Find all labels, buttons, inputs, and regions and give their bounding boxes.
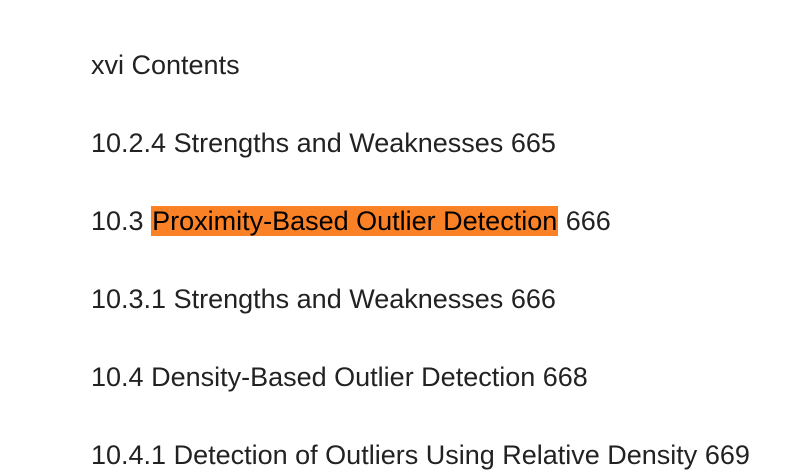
toc-entry-page: 668 xyxy=(542,362,588,392)
toc-entry: 10.3 Proximity-Based Outlier Detection 6… xyxy=(91,206,611,236)
toc-entry-number: 10.2.4 xyxy=(91,128,167,158)
toc-entry-title: Density-Based Outlier Detection xyxy=(151,362,536,392)
toc-entry-title: Strengths and Weaknesses xyxy=(173,284,504,314)
toc-entry: 10.4.1 Detection of Outliers Using Relat… xyxy=(91,440,750,470)
search-highlight: Proximity-Based Outlier Detection xyxy=(151,206,559,236)
toc-entry-page: 666 xyxy=(510,284,556,314)
toc-entry-number: 10.4 xyxy=(91,362,144,392)
toc-entry-page: 665 xyxy=(510,128,556,158)
toc-entry: 10.2.4 Strengths and Weaknesses 665 xyxy=(91,128,556,158)
toc-entry: 10.3.1 Strengths and Weaknesses 666 xyxy=(91,284,556,314)
toc-entry: 10.4 Density-Based Outlier Detection 668 xyxy=(91,362,588,392)
toc-entry-number: 10.3 xyxy=(91,206,144,236)
toc-entry-title: Detection of Outliers Using Relative Den… xyxy=(173,440,698,470)
toc-entry-number: 10.3.1 xyxy=(91,284,167,314)
toc-entry-page: 669 xyxy=(704,440,750,470)
toc-entry-number: 10.4.1 xyxy=(91,440,167,470)
toc-entry-title: Strengths and Weaknesses xyxy=(173,128,504,158)
toc-entry-page: 666 xyxy=(565,206,611,236)
running-header: xvi Contents xyxy=(91,50,240,80)
